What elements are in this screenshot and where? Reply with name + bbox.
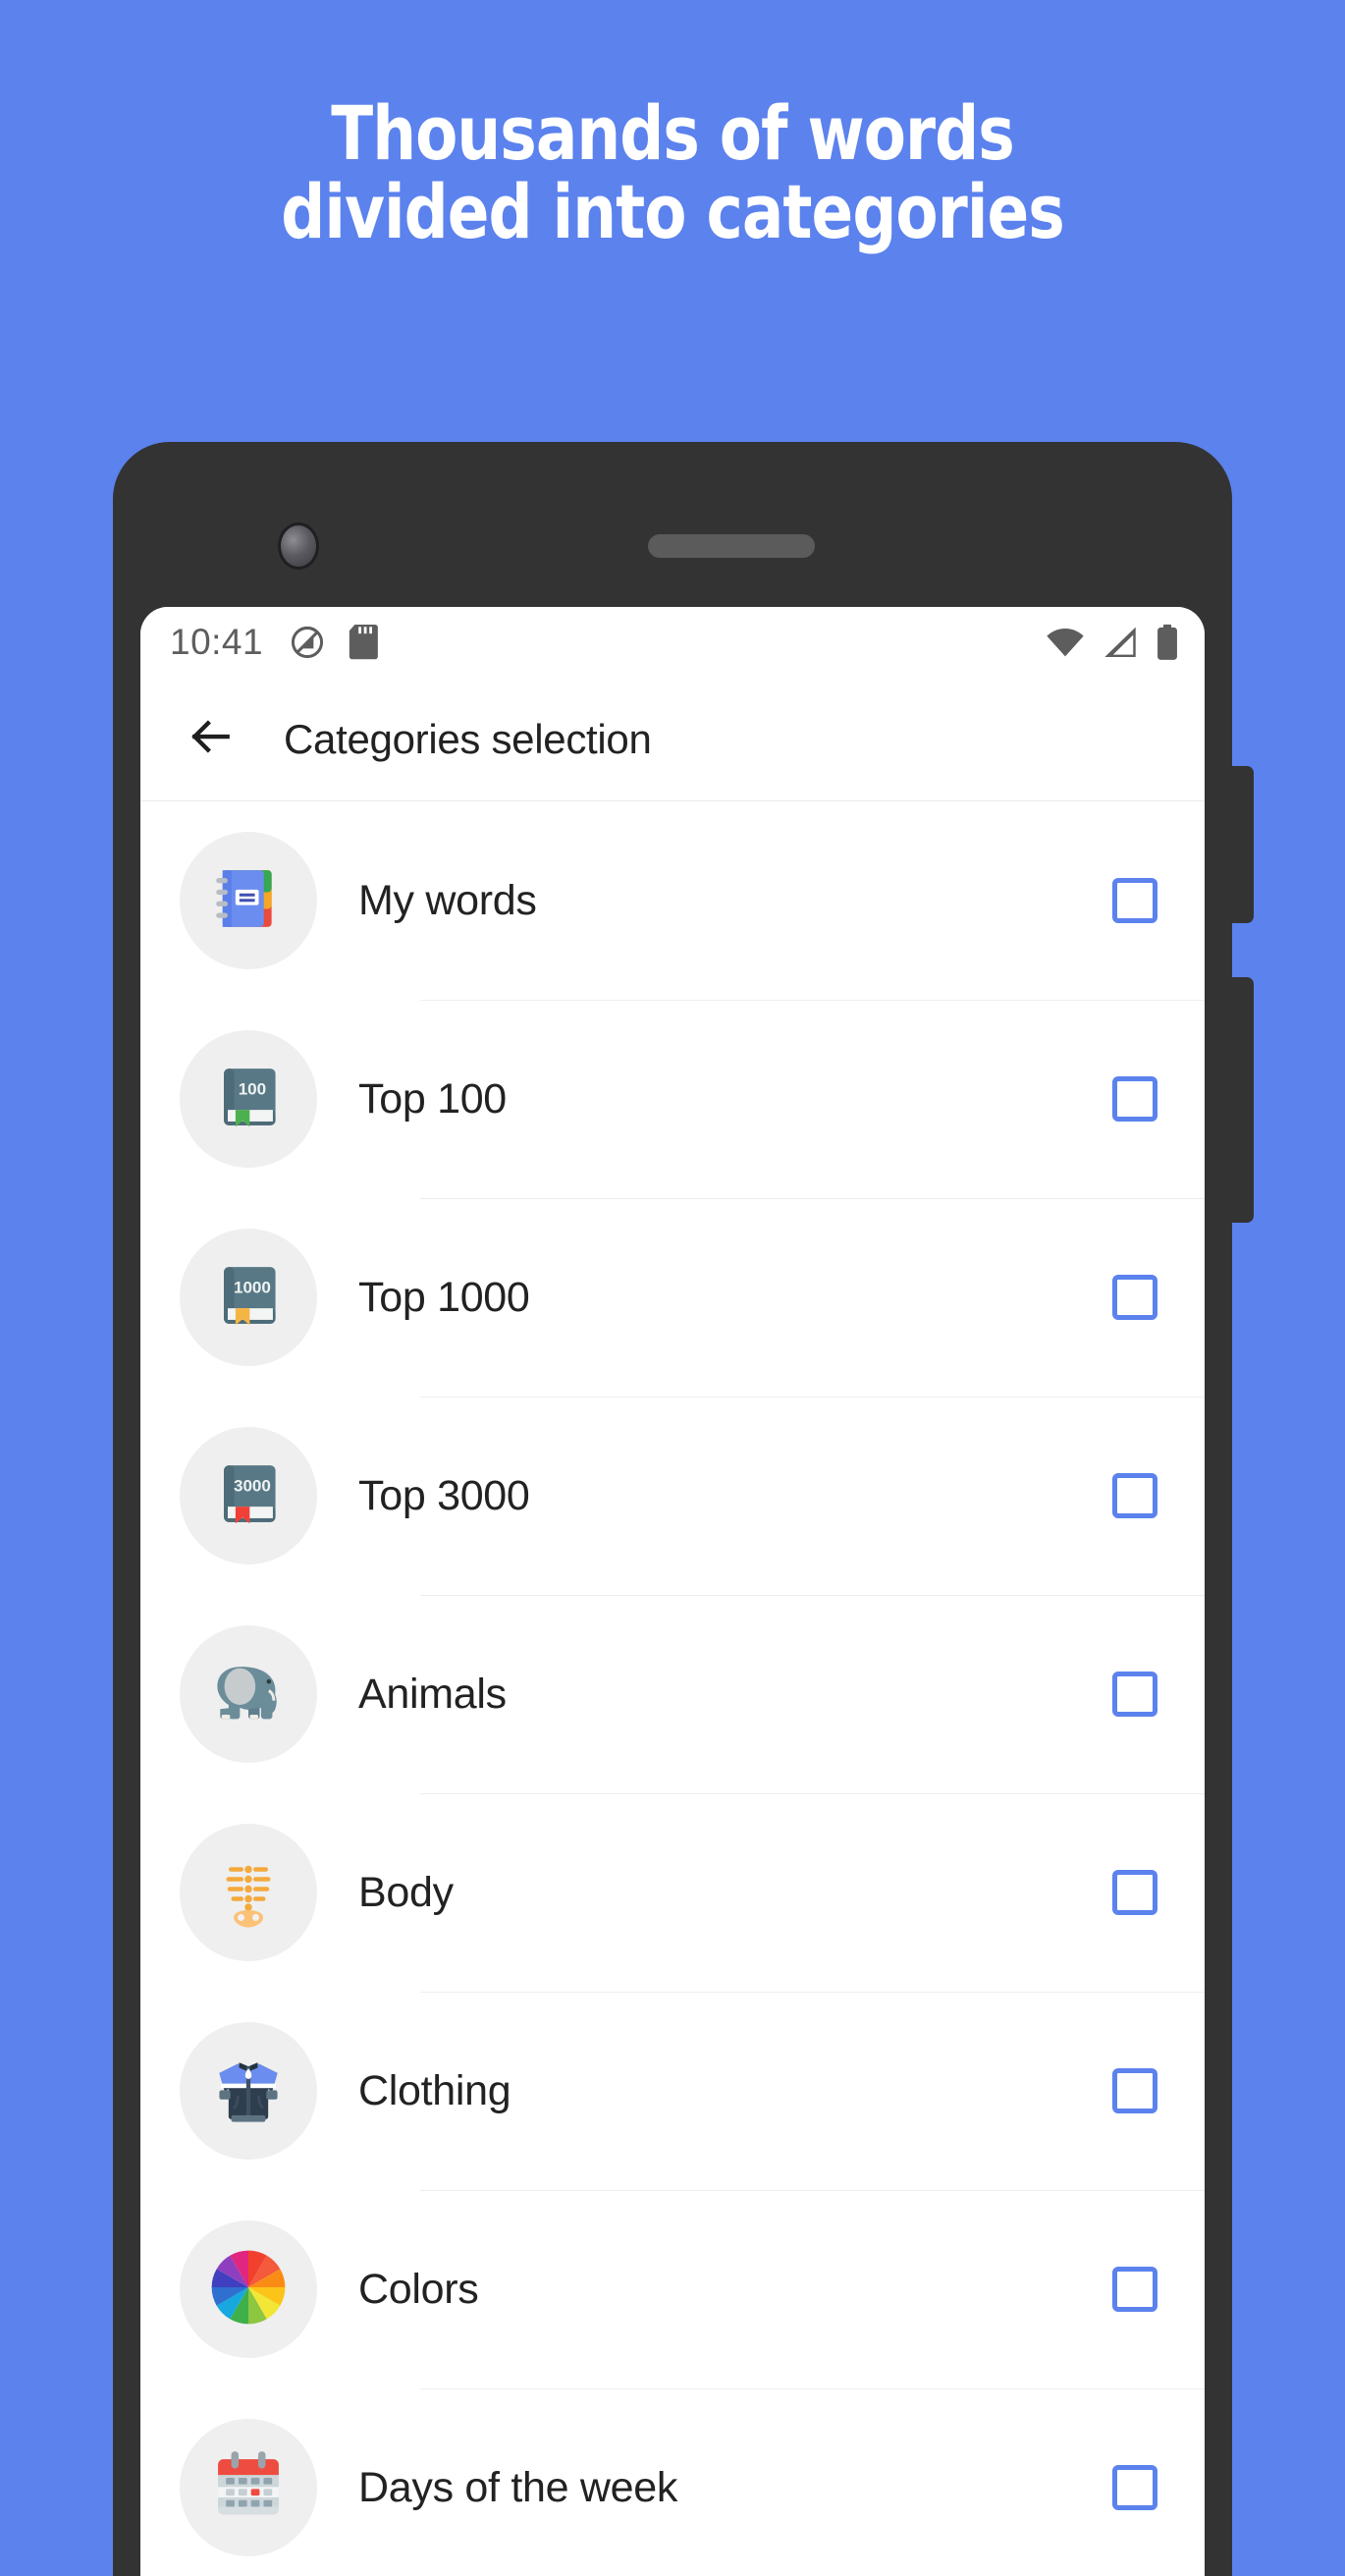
list-item-label: Top 100 — [358, 1074, 507, 1123]
power-button[interactable] — [1232, 977, 1254, 1223]
list-item[interactable]: Colors — [140, 2190, 1205, 2388]
front-camera-icon — [278, 522, 319, 570]
wifi-icon — [1046, 626, 1085, 659]
list-item-checkbox[interactable] — [1112, 1672, 1157, 1717]
category-icon-wrapper: 100 — [180, 1030, 317, 1168]
app-bar: Categories selection — [140, 678, 1205, 801]
category-icon-wrapper — [180, 1824, 317, 1961]
list-item-label: Top 3000 — [358, 1471, 530, 1519]
svg-text:1000: 1000 — [234, 1278, 271, 1296]
list-item-checkbox[interactable] — [1112, 2465, 1157, 2510]
list-item[interactable]: 3000 Top 3000 — [140, 1397, 1205, 1595]
categories-list: My words 100 Top 100 1000 Top 1000 3000 … — [140, 801, 1205, 2576]
list-item-checkbox[interactable] — [1112, 2267, 1157, 2312]
list-item[interactable]: 1000 Top 1000 — [140, 1198, 1205, 1397]
list-item[interactable]: Days of the week — [140, 2388, 1205, 2576]
do-not-disturb-icon — [289, 624, 326, 661]
page-title: Categories selection — [284, 715, 652, 762]
list-item[interactable]: Body — [140, 1793, 1205, 1992]
list-item-label: Days of the week — [358, 2463, 678, 2511]
status-bar: 10:41 — [140, 607, 1205, 678]
sd-card-icon — [348, 624, 379, 661]
list-item-checkbox[interactable] — [1112, 1275, 1157, 1320]
svg-text:100: 100 — [239, 1079, 266, 1098]
book-1000-icon: 1000 — [207, 1254, 290, 1342]
status-bar-clock: 10:41 — [170, 622, 264, 662]
spine-icon — [209, 1851, 288, 1935]
back-arrow-icon — [187, 712, 236, 766]
status-bar-left-icons — [289, 624, 379, 661]
list-item-checkbox[interactable] — [1112, 1473, 1157, 1518]
list-item-label: Top 1000 — [358, 1273, 530, 1321]
headline-line-2: divided into categories — [281, 167, 1064, 255]
promo-headline: Thousands of words divided into categori… — [54, 94, 1291, 251]
phone-screen: 10:41 Categories selection My words 100 … — [140, 607, 1205, 2576]
list-item-label: Animals — [358, 1670, 507, 1718]
category-icon-wrapper — [180, 2022, 317, 2160]
book-100-icon: 100 — [207, 1056, 290, 1143]
category-icon-wrapper — [180, 832, 317, 969]
earpiece-speaker-icon — [648, 534, 815, 558]
color-wheel-icon — [203, 2242, 294, 2337]
category-icon-wrapper — [180, 2419, 317, 2556]
list-item-label: Colors — [358, 2265, 479, 2313]
list-item-label: My words — [358, 876, 537, 924]
volume-button[interactable] — [1232, 766, 1254, 923]
list-item-checkbox[interactable] — [1112, 2068, 1157, 2113]
headline-line-1: Thousands of words — [331, 89, 1014, 177]
list-item-checkbox[interactable] — [1112, 878, 1157, 923]
list-item-label: Body — [358, 1868, 454, 1916]
back-button[interactable] — [170, 698, 252, 781]
list-item[interactable]: My words — [140, 801, 1205, 1000]
category-icon-wrapper: 1000 — [180, 1229, 317, 1366]
battery-icon — [1156, 624, 1179, 661]
category-icon-wrapper — [180, 1625, 317, 1763]
category-icon-wrapper — [180, 2220, 317, 2358]
category-icon-wrapper: 3000 — [180, 1427, 317, 1564]
list-item-checkbox[interactable] — [1112, 1870, 1157, 1915]
list-item[interactable]: 100 Top 100 — [140, 1000, 1205, 1198]
cellular-signal-icon — [1103, 626, 1138, 659]
svg-text:3000: 3000 — [234, 1476, 271, 1495]
jacket-icon — [206, 2047, 291, 2136]
elephant-icon — [203, 1647, 294, 1742]
phone-frame: 10:41 Categories selection My words 100 … — [113, 442, 1254, 2576]
book-3000-icon: 3000 — [207, 1452, 290, 1540]
list-item[interactable]: Animals — [140, 1595, 1205, 1793]
list-item-checkbox[interactable] — [1112, 1076, 1157, 1122]
list-item[interactable]: Clothing — [140, 1992, 1205, 2190]
status-bar-right-icons — [1046, 624, 1179, 661]
list-item-label: Clothing — [358, 2066, 511, 2114]
calendar-icon — [206, 2443, 291, 2533]
notebook-icon — [207, 857, 290, 945]
